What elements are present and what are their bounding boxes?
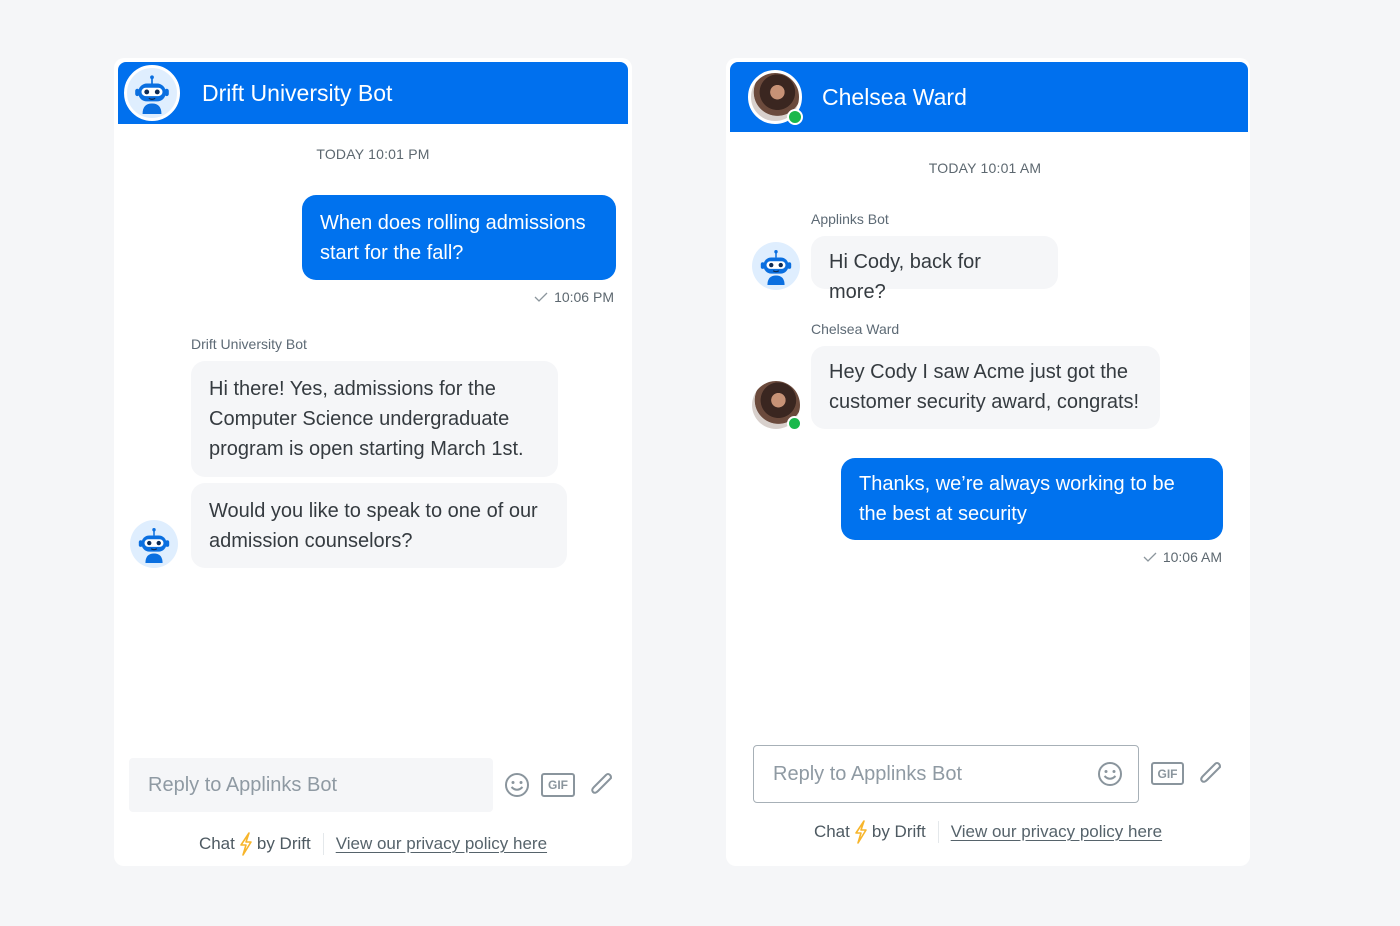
lightning-bolt-icon <box>855 820 867 844</box>
check-icon <box>534 292 548 302</box>
gif-icon[interactable]: GIF <box>541 773 575 797</box>
sender-name: Applinks Bot <box>811 211 889 227</box>
chat-widget-drift-university: Drift University Bot TODAY 10:01 PM When… <box>114 58 632 866</box>
message-bubble-incoming: Would you like to speak to one of our ad… <box>191 483 567 568</box>
chat-footer: Chat by Drift View our privacy policy he… <box>726 820 1250 844</box>
chat-header: Chelsea Ward <box>730 62 1248 132</box>
robot-icon <box>752 242 800 290</box>
footer-divider <box>322 833 324 855</box>
reply-placeholder: Reply to Applinks Bot <box>773 762 962 785</box>
privacy-policy-link[interactable]: View our privacy policy here <box>951 822 1162 842</box>
robot-icon <box>130 520 178 568</box>
by-drift-label: by Drift <box>256 834 311 853</box>
chat-widget-chelsea-ward: Chelsea Ward TODAY 10:01 AM Applinks Bot… <box>726 58 1250 866</box>
robot-icon <box>124 65 180 121</box>
message-bubble-incoming: Hey Cody I saw Acme just got the custome… <box>811 346 1160 429</box>
emoji-icon[interactable] <box>1097 761 1123 787</box>
chat-title: Chelsea Ward <box>822 83 967 110</box>
by-drift-label: by Drift <box>871 822 926 841</box>
gif-icon[interactable]: GIF <box>1151 762 1184 785</box>
message-sent-status: 10:06 AM <box>1143 549 1222 565</box>
powered-by: Chat by Drift <box>814 820 926 844</box>
check-icon <box>1143 552 1157 562</box>
message-sent-status: 10:06 PM <box>534 289 614 305</box>
online-status-indicator <box>787 416 802 431</box>
user-avatar <box>748 70 803 125</box>
privacy-policy-link[interactable]: View our privacy policy here <box>336 834 547 854</box>
conversation-timestamp: TODAY 10:01 PM <box>316 146 430 162</box>
conversation-timestamp: TODAY 10:01 AM <box>928 160 1042 176</box>
paperclip-icon[interactable] <box>1196 759 1226 789</box>
lightning-bolt-icon <box>240 832 252 856</box>
chat-header: Drift University Bot <box>118 62 628 124</box>
chat-footer: Chat by Drift View our privacy policy he… <box>114 832 632 856</box>
chat-label: Chat <box>813 822 850 841</box>
message-bubble-outgoing: When does rolling admissions start for t… <box>302 195 616 280</box>
reply-placeholder: Reply to Applinks Bot <box>148 773 337 796</box>
chat-label: Chat <box>198 834 235 853</box>
message-bubble-outgoing: Thanks, we’re always working to be the b… <box>841 458 1223 540</box>
message-bubble-incoming: Hi Cody, back for more? <box>811 236 1058 303</box>
reply-input[interactable]: Reply to Applinks Bot <box>753 745 1139 803</box>
powered-by: Chat by Drift <box>199 832 311 856</box>
sender-name: Drift University Bot <box>191 336 307 352</box>
emoji-icon[interactable] <box>504 772 530 798</box>
message-time: 10:06 AM <box>1162 549 1222 565</box>
online-status-indicator <box>787 109 803 125</box>
user-avatar <box>752 381 802 431</box>
message-time: 10:06 PM <box>554 289 614 305</box>
paperclip-icon[interactable] <box>587 770 617 800</box>
chat-title: Drift University Bot <box>202 79 393 106</box>
sender-name: Chelsea Ward <box>811 321 900 337</box>
reply-input[interactable]: Reply to Applinks Bot <box>129 758 493 812</box>
message-bubble-incoming: Hi there! Yes, admissions for the Comput… <box>191 361 558 477</box>
footer-divider <box>937 821 939 843</box>
